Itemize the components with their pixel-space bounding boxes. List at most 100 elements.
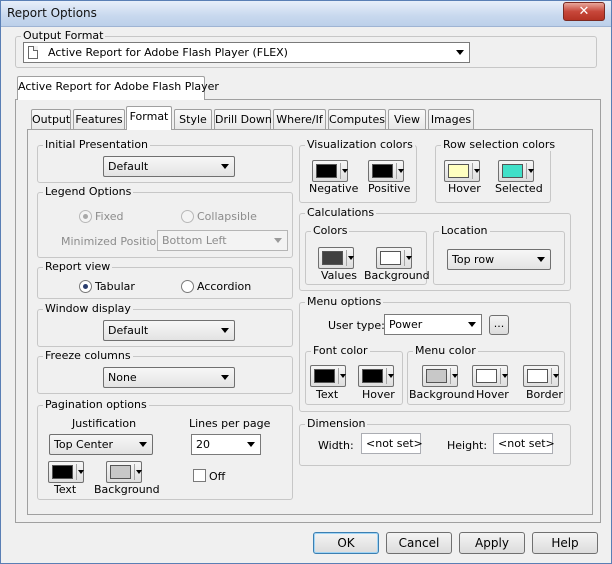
chevron-down-icon <box>217 321 234 340</box>
freeze-columns-label: Freeze columns <box>43 349 133 362</box>
chevron-down-icon <box>135 435 152 454</box>
font-hover-color-button[interactable] <box>358 365 394 387</box>
window-display-dropdown[interactable]: Default <box>103 320 235 341</box>
output-format-value: Active Report for Adobe Flash Player (FL… <box>48 46 288 59</box>
values-color-button[interactable] <box>318 247 354 269</box>
tab-computes[interactable]: Computes <box>328 109 386 130</box>
pagination-background-color-button[interactable] <box>106 461 142 483</box>
chevron-down-icon <box>533 250 550 269</box>
selected-color-button[interactable] <box>498 160 534 182</box>
tab-features[interactable]: Features <box>73 109 125 130</box>
minimized-position-value: Bottom Left <box>162 234 227 247</box>
font-text-label: Text <box>316 388 339 401</box>
minimized-position-dropdown[interactable]: Bottom Left <box>157 230 288 251</box>
positive-color-button[interactable] <box>368 160 404 182</box>
menu-hover-color-button[interactable] <box>472 365 508 387</box>
ok-button[interactable]: OK <box>313 532 379 554</box>
justification-dropdown[interactable]: Top Center <box>49 434 153 455</box>
location-dropdown[interactable]: Top row <box>447 249 551 270</box>
window-display-value: Default <box>108 324 149 337</box>
values-label: Values <box>321 269 357 282</box>
color-swatch <box>372 164 393 178</box>
lines-per-page-label: Lines per page <box>189 417 271 430</box>
font-hover-label: Hover <box>362 388 395 401</box>
pagination-text-label: Text <box>54 483 77 496</box>
cancel-button[interactable]: Cancel <box>386 532 452 554</box>
tab-images[interactable]: Images <box>428 109 474 130</box>
user-type-dropdown[interactable]: Power <box>384 314 482 335</box>
calculations-label: Calculations <box>305 206 377 219</box>
tab-style[interactable]: Style <box>174 109 212 130</box>
tab-format[interactable]: Format <box>126 106 172 130</box>
justification-label: Justification <box>72 417 137 430</box>
initial-presentation-value: Default <box>108 160 149 173</box>
color-swatch <box>380 251 401 265</box>
color-swatch <box>448 164 469 178</box>
freeze-columns-dropdown[interactable]: None <box>103 367 235 388</box>
width-input[interactable]: <not set> <box>361 433 423 454</box>
legend-collapsible-label: Collapsible <box>197 210 257 223</box>
location-value: Top row <box>452 253 495 266</box>
selected-label: Selected <box>495 182 543 195</box>
pagination-text-color-button[interactable] <box>48 461 84 483</box>
document-icon <box>28 46 38 59</box>
width-label: Width: <box>318 439 354 452</box>
accordion-radio[interactable] <box>181 280 194 293</box>
initial-presentation-dropdown[interactable]: Default <box>103 156 235 177</box>
off-label: Off <box>209 470 226 483</box>
legend-options-label: Legend Options <box>43 185 134 198</box>
apply-button[interactable]: Apply <box>459 532 525 554</box>
lines-per-page-dropdown[interactable]: 20 <box>191 434 261 455</box>
lines-per-page-value: 20 <box>196 438 210 451</box>
pagination-background-label: Background <box>94 483 160 496</box>
tabular-label: Tabular <box>95 280 135 293</box>
color-swatch <box>527 369 548 383</box>
chevron-down-icon <box>217 368 234 387</box>
color-swatch <box>476 369 497 383</box>
menu-border-color-button[interactable] <box>523 365 559 387</box>
color-swatch <box>362 369 383 383</box>
user-type-browse-button[interactable]: ... <box>489 315 509 335</box>
negative-label: Negative <box>309 182 359 195</box>
font-color-label: Font color <box>311 344 370 357</box>
height-input[interactable]: <not set> <box>493 433 555 454</box>
accordion-label: Accordion <box>197 280 252 293</box>
menu-color-label: Menu color <box>413 344 478 357</box>
tab-view[interactable]: View <box>388 109 426 130</box>
help-button[interactable]: Help <box>532 532 598 554</box>
legend-fixed-label: Fixed <box>95 210 124 223</box>
hover-color-button[interactable] <box>444 160 480 182</box>
report-options-window: Report Options ✕ Output Format Active Re… <box>0 0 612 564</box>
report-view-label: Report view <box>43 260 113 273</box>
tabular-radio[interactable] <box>79 280 92 293</box>
tab-output[interactable]: Output <box>31 109 71 130</box>
font-text-color-button[interactable] <box>310 365 346 387</box>
menu-background-color-button[interactable] <box>422 365 458 387</box>
row-selection-colors-label: Row selection colors <box>441 138 558 151</box>
color-swatch <box>426 369 447 383</box>
negative-color-button[interactable] <box>312 160 348 182</box>
pagination-label: Pagination options <box>43 398 149 411</box>
user-type-value: Power <box>389 318 423 331</box>
tab-where-if[interactable]: Where/If <box>273 109 326 130</box>
color-swatch <box>502 164 523 178</box>
output-format-dropdown[interactable]: Active Report for Adobe Flash Player (FL… <box>23 42 470 63</box>
height-label: Height: <box>447 439 488 452</box>
calc-background-color-button[interactable] <box>376 247 412 269</box>
color-swatch <box>316 164 337 178</box>
title-bar[interactable]: Report Options ✕ <box>1 1 611 27</box>
tab-active-report[interactable]: Active Report for Adobe Flash Player <box>17 76 219 100</box>
legend-collapsible-radio[interactable] <box>181 210 194 223</box>
chevron-down-icon <box>452 43 469 62</box>
dimension-label: Dimension <box>305 417 368 430</box>
visualization-colors-label: Visualization colors <box>305 138 415 151</box>
off-checkbox[interactable] <box>193 469 206 482</box>
height-value: <not set> <box>498 437 555 450</box>
width-value: <not set> <box>366 437 423 450</box>
hover-label: Hover <box>448 182 481 195</box>
close-button[interactable]: ✕ <box>563 2 605 21</box>
tab-drill-down[interactable]: Drill Down <box>214 109 272 130</box>
menu-hover-label: Hover <box>476 388 509 401</box>
initial-presentation-label: Initial Presentation <box>43 138 151 151</box>
legend-fixed-radio[interactable] <box>79 210 92 223</box>
